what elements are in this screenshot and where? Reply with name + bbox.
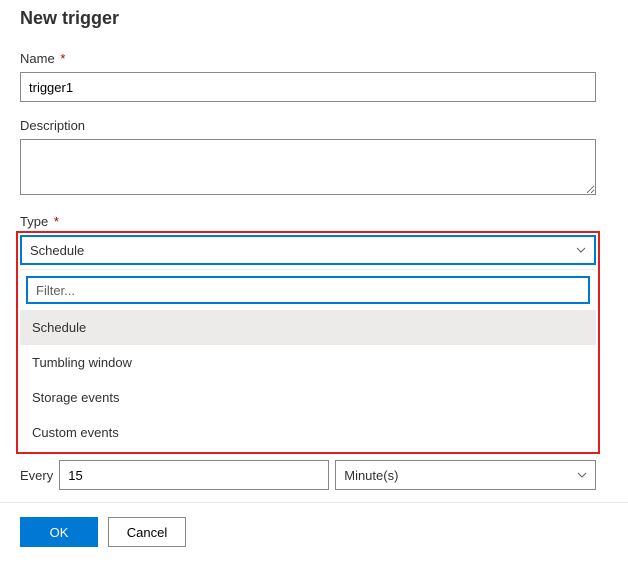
type-dropdown-value: Schedule bbox=[30, 243, 84, 258]
chevron-down-icon bbox=[577, 470, 587, 480]
required-marker: * bbox=[54, 214, 59, 229]
description-label: Description bbox=[20, 118, 596, 133]
type-dropdown-list: Schedule Tumbling window Storage events … bbox=[20, 269, 596, 450]
ok-button[interactable]: OK bbox=[20, 517, 98, 547]
name-input[interactable] bbox=[20, 72, 596, 102]
type-option-custom-events[interactable]: Custom events bbox=[20, 415, 596, 450]
every-unit-value: Minute(s) bbox=[344, 468, 398, 483]
description-textarea[interactable] bbox=[20, 139, 596, 195]
every-input[interactable] bbox=[59, 460, 329, 490]
name-label-text: Name bbox=[20, 51, 55, 66]
type-dropdown[interactable]: Schedule bbox=[20, 235, 596, 265]
every-label: Every bbox=[20, 468, 53, 483]
page-title: New trigger bbox=[20, 8, 596, 29]
type-option-schedule[interactable]: Schedule bbox=[20, 310, 596, 345]
type-label-text: Type bbox=[20, 214, 48, 229]
chevron-down-icon bbox=[576, 245, 586, 255]
footer: OK Cancel bbox=[0, 502, 628, 561]
type-option-storage-events[interactable]: Storage events bbox=[20, 380, 596, 415]
type-filter-input[interactable] bbox=[26, 276, 590, 304]
required-marker: * bbox=[60, 51, 65, 66]
cancel-button[interactable]: Cancel bbox=[108, 517, 186, 547]
type-label: Type * bbox=[20, 214, 596, 229]
every-unit-select[interactable]: Minute(s) bbox=[335, 460, 596, 490]
type-option-tumbling-window[interactable]: Tumbling window bbox=[20, 345, 596, 380]
name-label: Name * bbox=[20, 51, 596, 66]
type-dropdown-highlight: Schedule Schedule Tumbling window Storag… bbox=[16, 231, 600, 454]
